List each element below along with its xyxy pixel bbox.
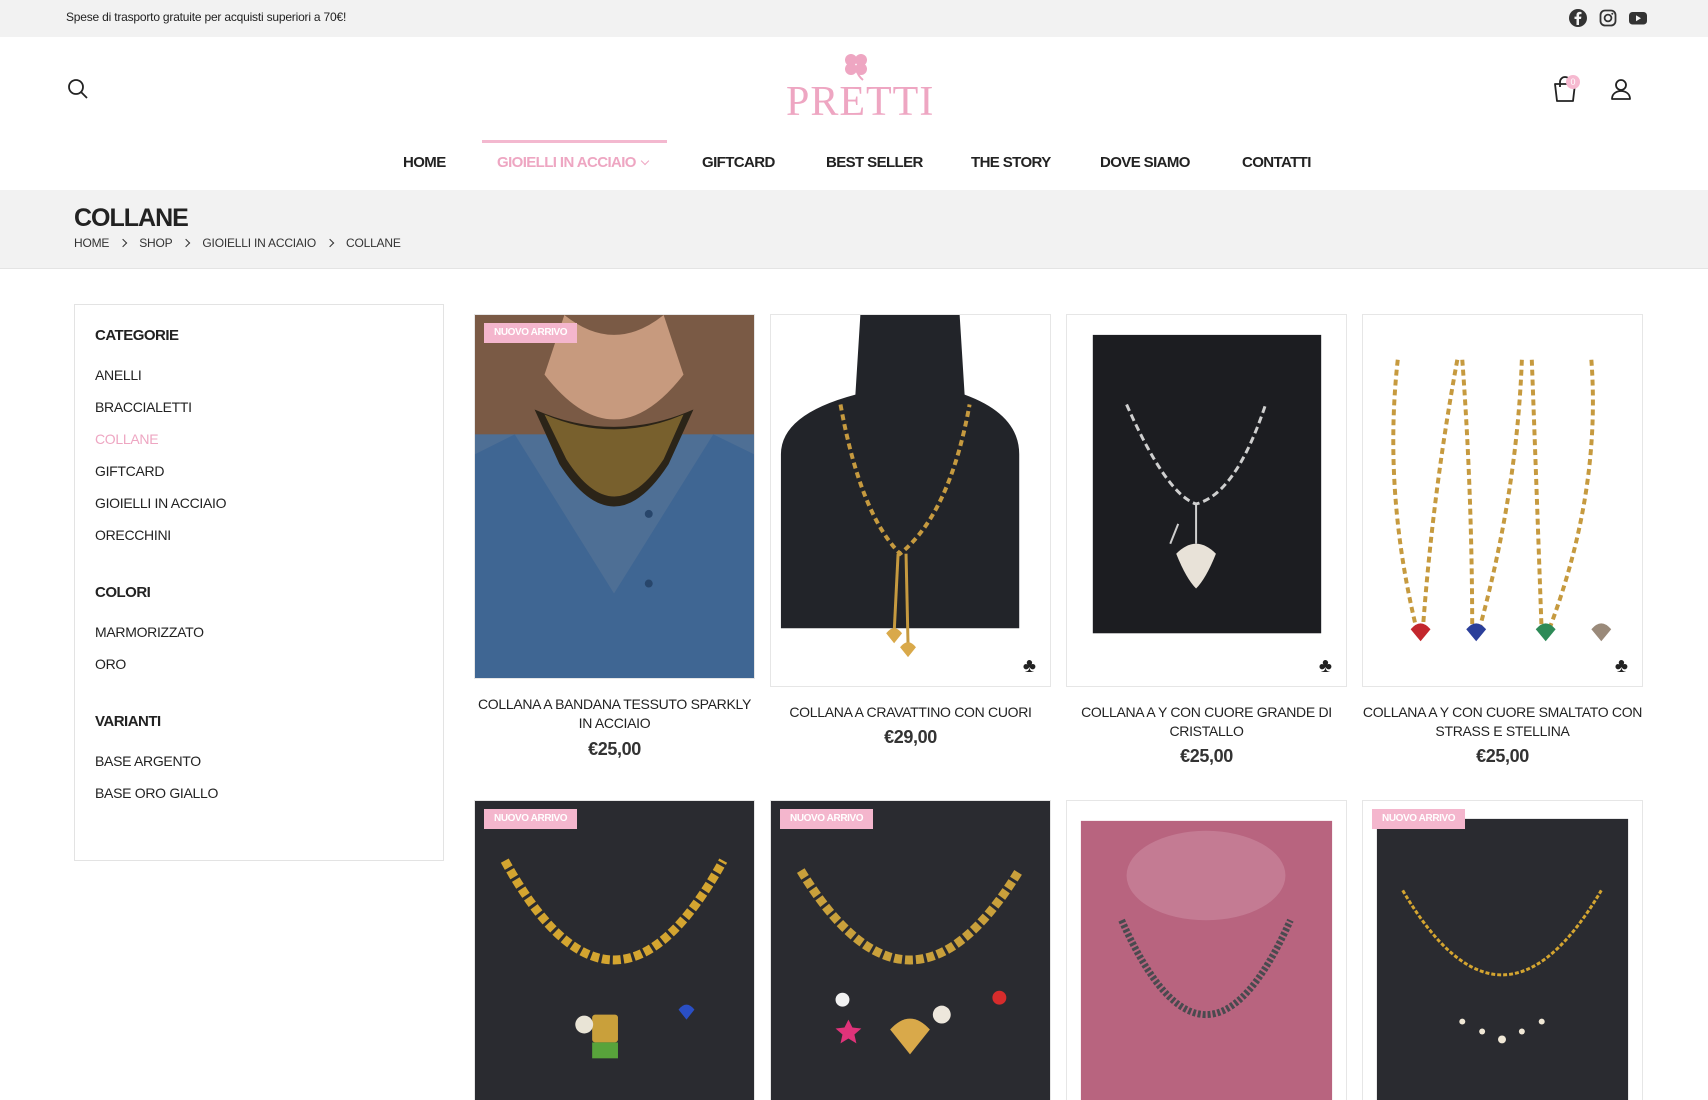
user-icon[interactable] (1609, 77, 1633, 101)
chevron-right-icon (325, 238, 335, 248)
brand-watermark: ♣ (1614, 655, 1628, 677)
nav-item-contatti[interactable]: CONTATTI (1242, 154, 1311, 171)
category-orecchini[interactable]: ORECCHINI (95, 527, 171, 543)
search-icon[interactable] (66, 77, 90, 101)
top-announcement-bar: Spese di trasporto gratuite per acquisti… (0, 0, 1708, 37)
product-image[interactable]: ♣ (1362, 314, 1643, 687)
category-collane[interactable]: COLLANE (95, 431, 159, 447)
nav-active-indicator (482, 140, 667, 143)
product-image[interactable]: NUOVO ARRIVO (474, 314, 755, 679)
new-arrival-badge: NUOVO ARRIVO (780, 809, 874, 829)
new-arrival-badge: NUOVO ARRIVO (1372, 809, 1466, 829)
breadcrumb: HOME SHOP GIOIELLI IN ACCIAIO COLLANE (74, 236, 401, 250)
instagram-icon[interactable] (1598, 8, 1618, 28)
product-name[interactable]: COLLANA A BANDANA TESSUTO SPARKLY IN ACC… (474, 695, 755, 733)
product-image[interactable]: ♣ (770, 314, 1051, 687)
page-title: COLLANE (74, 204, 189, 232)
product-price: €29,00 (884, 727, 937, 747)
chevron-right-icon (182, 238, 191, 248)
nav-item-giftcard[interactable]: GIFTCARD (702, 154, 775, 171)
color-marmorizzato[interactable]: MARMORIZZATO (95, 624, 204, 640)
product-image[interactable] (1066, 800, 1347, 1100)
filter-sidebar: CATEGORIE ANELLI BRACCIALETTI COLLANE GI… (74, 304, 444, 861)
variant-base-argento[interactable]: BASE ARGENTO (95, 753, 201, 769)
product-image[interactable]: NUOVO ARRIVO (1362, 800, 1643, 1100)
breadcrumb-gioielli-in-acciaio[interactable]: GIOIELLI IN ACCIAIO (202, 236, 316, 250)
category-braccialetti[interactable]: BRACCIALETTI (95, 399, 192, 415)
nav-item-the-story[interactable]: THE STORY (971, 154, 1051, 171)
new-arrival-badge: NUOVO ARRIVO (484, 809, 578, 829)
main-navigation: HOME GIOIELLI IN ACCIAIO GIFTCARD BEST S… (0, 140, 1708, 190)
category-giftcard[interactable]: GIFTCARD (95, 463, 164, 479)
breadcrumb-shop[interactable]: SHOP (139, 236, 172, 250)
site-header: PRETTI 0 HOME GIOIELLI IN ACCIAIO GIFTCA… (0, 37, 1708, 190)
product-name[interactable]: COLLANA A CRAVATTINO CON CUORI (770, 703, 1051, 722)
product-name[interactable]: COLLANA A Y CON CUORE GRANDE DI CRISTALL… (1066, 703, 1347, 741)
logo-text: PRETTI (786, 79, 935, 125)
color-oro[interactable]: ORO (95, 656, 126, 672)
nav-item-dove-siamo[interactable]: DOVE SIAMO (1100, 154, 1190, 171)
breadcrumb-home[interactable]: HOME (74, 236, 109, 250)
product-image[interactable]: ♣ (1066, 314, 1347, 687)
colors-heading: COLORI (95, 584, 151, 601)
nav-item-best-seller[interactable]: BEST SELLER (826, 154, 923, 171)
categories-heading: CATEGORIE (95, 327, 179, 344)
variant-base-oro-giallo[interactable]: BASE ORO GIALLO (95, 785, 218, 801)
brand-watermark: ♣ (1022, 655, 1036, 677)
new-arrival-badge: NUOVO ARRIVO (484, 323, 578, 343)
breadcrumb-current: COLLANE (346, 236, 401, 250)
category-anelli[interactable]: ANELLI (95, 367, 142, 383)
category-gioielli-in-acciaio[interactable]: GIOIELLI IN ACCIAIO (95, 495, 227, 511)
cart-count-badge: 0 (1566, 75, 1580, 89)
product-price: €25,00 (588, 739, 641, 759)
shipping-notice: Spese di trasporto gratuite per acquisti… (66, 10, 347, 24)
nav-item-home[interactable]: HOME (403, 154, 446, 171)
variants-heading: VARIANTI (95, 713, 161, 730)
product-image[interactable]: NUOVO ARRIVO (474, 800, 755, 1100)
brand-watermark: ♣ (1318, 655, 1332, 677)
youtube-icon[interactable] (1628, 8, 1648, 28)
facebook-icon[interactable] (1568, 8, 1588, 28)
site-logo[interactable]: PRETTI (786, 51, 935, 125)
nav-item-gioielli-in-acciaio[interactable]: GIOIELLI IN ACCIAIO (497, 154, 650, 171)
chevron-right-icon (118, 238, 128, 248)
product-image[interactable]: NUOVO ARRIVO (770, 800, 1051, 1100)
page-title-band: COLLANE HOME SHOP GIOIELLI IN ACCIAIO COLLA… (0, 190, 1708, 269)
product-price: €25,00 (1476, 746, 1529, 766)
chevron-down-icon (640, 156, 650, 166)
clover-logo-icon (845, 54, 867, 81)
product-price: €25,00 (1180, 746, 1233, 766)
product-name[interactable]: COLLANA A Y CON CUORE SMALTATO CON STRAS… (1362, 703, 1643, 741)
nav-item-label: GIOIELLI IN ACCIAIO (497, 154, 636, 171)
